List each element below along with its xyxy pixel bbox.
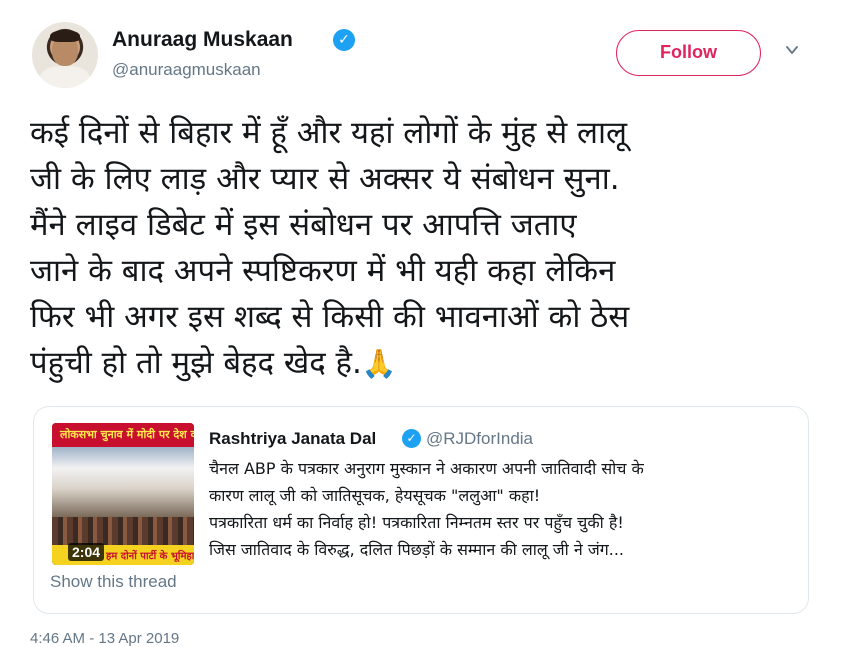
tweet-line-last: पंहुची हो तो मुझे बेहद खेद है.🙏 [30, 340, 820, 387]
tweet-line: मैंने लाइव डिबेट में इस संबोधन पर आपत्ति… [30, 207, 577, 243]
quoted-line: जिस जातिवाद के विरुद्ध, दलित पिछड़ों के … [209, 540, 624, 559]
quoted-author-handle[interactable]: @RJDforIndia [426, 429, 533, 449]
tweet-line: फिर भी अगर इस शब्द से किसी की भावनाओं को… [30, 299, 630, 335]
tweet-text: कई दिनों से बिहार में हूँ और यहां लोगों … [30, 110, 820, 387]
video-duration: 2:04 [68, 543, 105, 561]
author-handle[interactable]: @anuraagmuskaan [112, 60, 261, 80]
show-thread-link[interactable]: Show this thread [50, 572, 177, 592]
quoted-tweet-video-thumbnail[interactable]: लोकसभा चुनाव में मोदी पर देश व हम दोनों … [52, 423, 194, 565]
tweet-line: जी के लिए लाड़ और प्यार से अक्सर ये संबो… [30, 161, 620, 197]
thumbnail-crowd [52, 517, 194, 545]
tweet-timestamp[interactable]: 4:46 AM - 13 Apr 2019 [30, 630, 179, 647]
folded-hands-icon: 🙏 [361, 347, 397, 380]
quoted-tweet-card[interactable]: लोकसभा चुनाव में मोदी पर देश व हम दोनों … [33, 406, 809, 614]
quoted-author-name[interactable]: Rashtriya Janata Dal [209, 429, 376, 449]
quoted-line: पत्रकारिता धर्म का निर्वाह हो! पत्रकारित… [209, 513, 624, 532]
avatar-hair [50, 30, 80, 42]
thumbnail-ticker-text: हम दोनों पार्टी के भूमिहा [106, 551, 194, 562]
author-name[interactable]: Anuraag Muskaan [112, 28, 293, 52]
quoted-line: चैनल ABP के पत्रकार अनुराग मुस्कान ने अक… [209, 459, 644, 478]
verified-badge-icon: ✓ [333, 29, 355, 51]
avatar-shirt [40, 66, 90, 88]
tweet-line: पंहुची हो तो मुझे बेहद खेद है. [30, 345, 362, 381]
follow-button[interactable]: Follow [616, 30, 761, 76]
thumbnail-banner-text: लोकसभा चुनाव में मोदी पर देश व [60, 428, 194, 441]
tweet-line: कई दिनों से बिहार में हूँ और यहां लोगों … [30, 115, 628, 151]
tweet-line: जाने के बाद अपने स्पष्टिकरण में भी यही क… [30, 253, 616, 289]
quoted-line: कारण लालू जी को जातिसूचक, हेयसूचक "ललुआ"… [209, 486, 541, 505]
author-avatar[interactable] [32, 22, 98, 88]
thumbnail-stage [52, 447, 194, 517]
quoted-tweet-text: चैनल ABP के पत्रकार अनुराग मुस्कान ने अक… [209, 455, 799, 563]
chevron-down-icon[interactable] [786, 44, 798, 56]
quoted-verified-badge-icon: ✓ [402, 429, 421, 448]
